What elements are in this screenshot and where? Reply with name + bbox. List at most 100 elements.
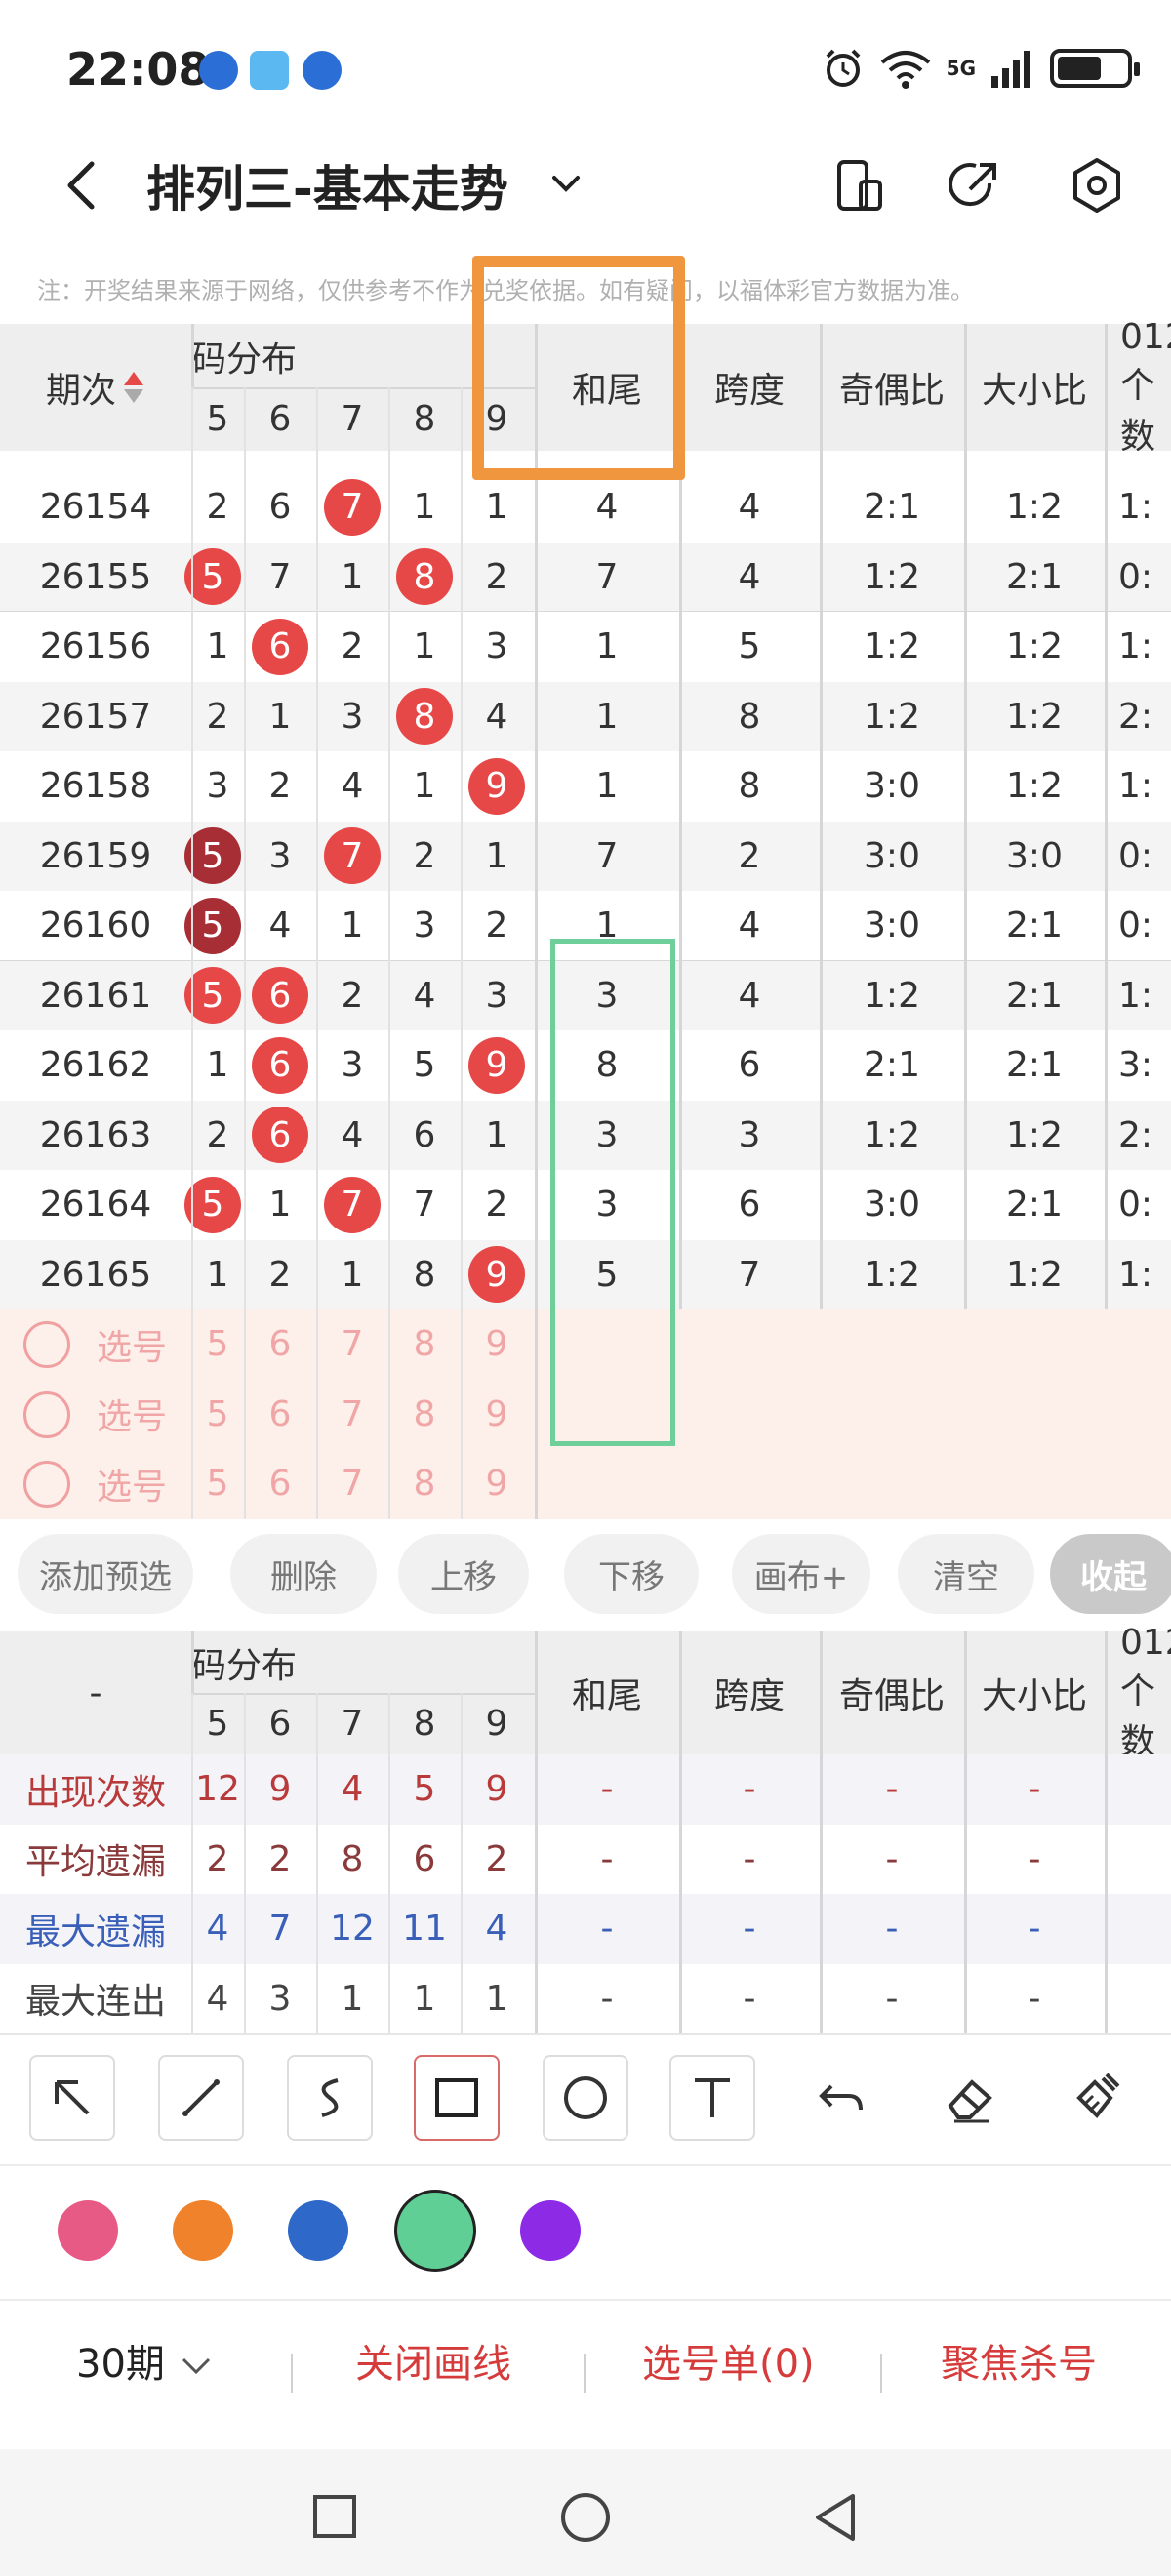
back-nav-icon[interactable]	[810, 2490, 861, 2545]
digit-cell: 1	[316, 543, 388, 613]
action-button-2[interactable]: 上移	[398, 1534, 529, 1614]
digit-cell: 1	[388, 612, 461, 682]
kuadu-cell: 7	[738, 1254, 761, 1295]
settings-icon[interactable]	[1068, 156, 1126, 215]
green-annotation-rectangle[interactable]	[550, 939, 675, 1446]
undo-tool[interactable]	[798, 2055, 884, 2141]
freehand-tool[interactable]	[287, 2055, 373, 2141]
clear-canvas-tool[interactable]	[1054, 2055, 1140, 2141]
pick-digit[interactable]: 8	[388, 1309, 461, 1380]
kuadu-cell: 4	[738, 906, 761, 946]
color-swatch-orange[interactable]	[173, 2200, 233, 2261]
stats-label: 最大连出	[24, 1982, 166, 2023]
share-icon[interactable]	[945, 156, 1003, 215]
digit-cell: 5	[184, 891, 244, 961]
color-swatch-pink[interactable]	[58, 2200, 118, 2261]
extra-cell: 3:	[1118, 1045, 1153, 1086]
period-label: 30期	[76, 2342, 165, 2387]
text-tool[interactable]	[669, 2055, 755, 2141]
winning-number-ball: 9	[468, 1036, 525, 1094]
select-circle-icon[interactable]	[23, 1390, 70, 1438]
pick-digit[interactable]: 9	[461, 1449, 533, 1519]
home-icon[interactable]	[558, 2490, 613, 2545]
line-tool[interactable]	[158, 2055, 244, 2141]
orange-annotation-rectangle[interactable]	[472, 256, 685, 480]
back-icon[interactable]	[57, 156, 115, 215]
digit-value: 3	[341, 1045, 364, 1086]
eraser-tool[interactable]	[927, 2055, 1013, 2141]
pick-digit[interactable]: 6	[244, 1309, 316, 1380]
stats-dash: -	[743, 1978, 756, 2019]
close-lines-button[interactable]: 关闭画线	[355, 2332, 511, 2389]
digit-value: 2	[413, 835, 436, 876]
focus-kill-button[interactable]: 聚焦杀号	[941, 2332, 1097, 2389]
column-divider	[535, 1631, 538, 2033]
winning-number-ball: 9	[468, 757, 525, 815]
pick-digit[interactable]: 6	[244, 1380, 316, 1450]
rectangle-tool[interactable]	[414, 2055, 500, 2141]
select-circle-icon[interactable]	[23, 1461, 70, 1508]
pick-digit[interactable]: 7	[316, 1380, 388, 1450]
digit-cell: 6	[244, 472, 316, 543]
digit-value: 6	[268, 487, 292, 528]
stats-value: 12	[330, 1909, 375, 1950]
digit-cell: 6	[388, 1101, 461, 1171]
pick-digit[interactable]: 7	[316, 1449, 388, 1519]
kuadu-header: 跨度	[713, 1676, 785, 1716]
pick-digit[interactable]: 5	[191, 1309, 244, 1380]
select-circle-icon[interactable]	[23, 1321, 70, 1368]
winning-number-ball: 7	[324, 1176, 381, 1233]
pick-digit[interactable]: 9	[461, 1309, 533, 1380]
extra-cell: 2:	[1118, 696, 1153, 737]
stats-label: 平均遗漏	[24, 1842, 166, 1883]
kuadu-cell: 8	[738, 696, 761, 737]
pick-label[interactable]: 选号	[88, 1309, 176, 1380]
action-button-4[interactable]: 画布+	[732, 1534, 870, 1614]
winning-number-ball: 9	[468, 1246, 525, 1304]
issue-header[interactable]: -	[0, 1631, 191, 1754]
pick-digit[interactable]: 8	[388, 1449, 461, 1519]
digit-value: 1	[341, 906, 364, 946]
period-selector[interactable]: 30期	[76, 2332, 215, 2389]
stats-dash: -	[885, 1838, 899, 1879]
pick-digit[interactable]: 8	[388, 1380, 461, 1450]
pick-digit[interactable]: 9	[461, 1380, 533, 1450]
action-button-0[interactable]: 添加预选	[18, 1534, 193, 1614]
color-swatch-blue[interactable]	[288, 2200, 348, 2261]
action-button-5[interactable]: 清空	[898, 1534, 1034, 1614]
separator	[291, 2354, 293, 2393]
action-button-6[interactable]: 收起	[1050, 1534, 1171, 1614]
digit-cell: 2	[461, 891, 533, 961]
page-title[interactable]: 排列三-基本走势	[146, 150, 508, 221]
circle-tool[interactable]	[543, 2055, 628, 2141]
digit-cell: 2	[316, 961, 388, 1031]
big-small-cell: 1:2	[1006, 487, 1063, 528]
pick-label[interactable]: 选号	[88, 1449, 176, 1519]
pick-row[interactable]	[0, 1449, 1171, 1519]
color-swatch-purple[interactable]	[520, 2200, 581, 2261]
pick-digit[interactable]: 5	[191, 1380, 244, 1450]
pick-digit[interactable]: 5	[191, 1449, 244, 1519]
arrow-tool[interactable]	[29, 2055, 115, 2141]
eraser-icon	[948, 2079, 992, 2123]
digit-cell: 3	[191, 751, 244, 822]
color-swatch-green[interactable]	[394, 2190, 476, 2272]
action-button-1[interactable]: 删除	[230, 1534, 377, 1614]
issue-header[interactable]: 期次	[0, 324, 191, 451]
stats-dash: -	[885, 1909, 899, 1950]
network-type-label: 5G	[946, 57, 976, 80]
winning-number-ball: 6	[252, 1036, 308, 1094]
digit-cell: 5	[184, 822, 244, 892]
selection-list-button[interactable]: 选号单(0)	[642, 2332, 815, 2389]
pick-digit[interactable]: 6	[244, 1449, 316, 1519]
recent-apps-icon[interactable]	[310, 2492, 359, 2541]
phone-portrait-icon[interactable]	[829, 156, 888, 215]
digit-cell: 9	[461, 751, 533, 822]
action-button-3[interactable]: 下移	[564, 1534, 699, 1614]
status-indicators: 5G	[822, 47, 1140, 90]
winning-number-ball: 7	[324, 478, 381, 536]
pick-digit[interactable]: 7	[316, 1309, 388, 1380]
pick-label[interactable]: 选号	[88, 1380, 176, 1450]
chevron-down-icon[interactable]	[546, 164, 586, 203]
hewei-cell: 1	[595, 766, 619, 807]
